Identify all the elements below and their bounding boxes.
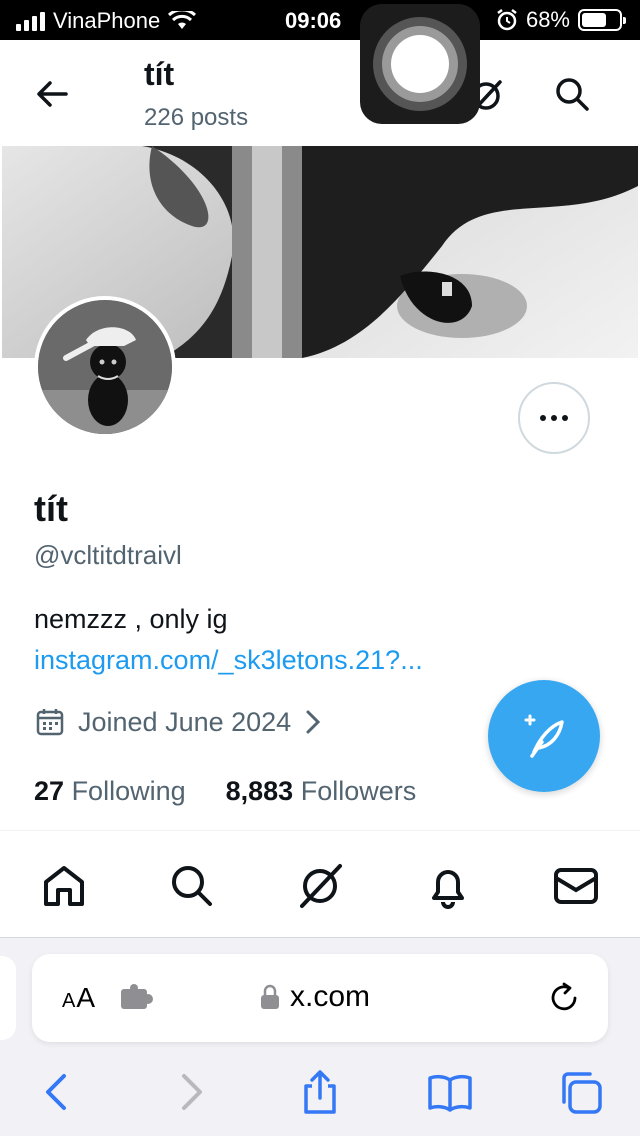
signal-icon: [16, 11, 45, 31]
forward-icon[interactable]: [168, 1070, 212, 1114]
divider: [0, 830, 640, 831]
bottom-tab-bar: [0, 832, 640, 938]
share-icon[interactable]: [298, 1070, 342, 1114]
header-posts-count: 226 posts: [144, 104, 249, 131]
profile-stats: 27 Following 8,883 Followers: [34, 776, 416, 807]
status-bar: VinaPhone 09:06 68%: [0, 0, 640, 40]
url-display[interactable]: x.com: [260, 980, 370, 1014]
status-time: 09:06: [285, 8, 342, 33]
avatar[interactable]: [34, 296, 176, 438]
alarm-icon: [497, 9, 517, 31]
back-icon[interactable]: [36, 1070, 80, 1114]
reload-icon[interactable]: [546, 980, 582, 1016]
followers-stat[interactable]: 8,883 Followers: [226, 776, 417, 807]
compose-feather-icon: [524, 714, 564, 758]
profile-header: tít 226 posts: [0, 40, 640, 146]
compose-post-button[interactable]: [488, 680, 600, 792]
lock-icon: [261, 984, 279, 1009]
messages-icon[interactable]: [552, 862, 600, 910]
grok-icon[interactable]: [296, 862, 344, 910]
carrier-group: VinaPhone: [16, 8, 197, 34]
back-arrow-icon[interactable]: [32, 74, 72, 114]
status-right: 68%: [496, 7, 626, 33]
address-bar[interactable]: AA x.com: [32, 954, 608, 1042]
search-icon[interactable]: [168, 862, 216, 910]
search-icon[interactable]: [552, 74, 592, 114]
profile-link[interactable]: instagram.com/_sk3letons.21?...: [34, 645, 423, 676]
header-title: tít: [144, 56, 175, 92]
bookmarks-icon[interactable]: [428, 1070, 472, 1114]
extension-icon[interactable]: [120, 984, 154, 1012]
notifications-icon[interactable]: [424, 862, 472, 910]
url-text: x.com: [290, 980, 371, 1013]
reader-settings-button[interactable]: AA: [62, 982, 96, 1014]
battery-icon: [578, 9, 626, 31]
dot-icon: [540, 415, 546, 421]
following-count: 27: [34, 776, 65, 806]
previous-tab-preview[interactable]: [0, 956, 16, 1040]
following-stat[interactable]: 27 Following: [34, 776, 186, 807]
assistive-touch-button[interactable]: [360, 4, 480, 124]
profile-bio: nemzzz , only ig: [34, 604, 228, 634]
joined-date[interactable]: Joined June 2024: [34, 706, 323, 738]
chevron-right-icon: [306, 710, 321, 734]
calendar-icon: [36, 709, 64, 736]
dot-icon: [562, 415, 568, 421]
wifi-icon: [168, 11, 197, 29]
profile-handle: @vcltitdtraivl: [34, 540, 182, 570]
browser-bar: AA x.com: [0, 938, 640, 1136]
joined-label: Joined June 2024: [78, 706, 292, 737]
following-label: Following: [71, 776, 186, 806]
carrier-label: VinaPhone: [53, 8, 161, 33]
followers-count: 8,883: [225, 776, 294, 806]
profile-name: tít: [34, 488, 68, 529]
dot-icon: [551, 415, 557, 421]
home-icon[interactable]: [40, 862, 88, 910]
followers-label: Followers: [300, 776, 417, 806]
battery-percent: 68%: [525, 7, 570, 32]
tabs-icon[interactable]: [558, 1070, 602, 1114]
more-options-button[interactable]: [518, 382, 590, 454]
